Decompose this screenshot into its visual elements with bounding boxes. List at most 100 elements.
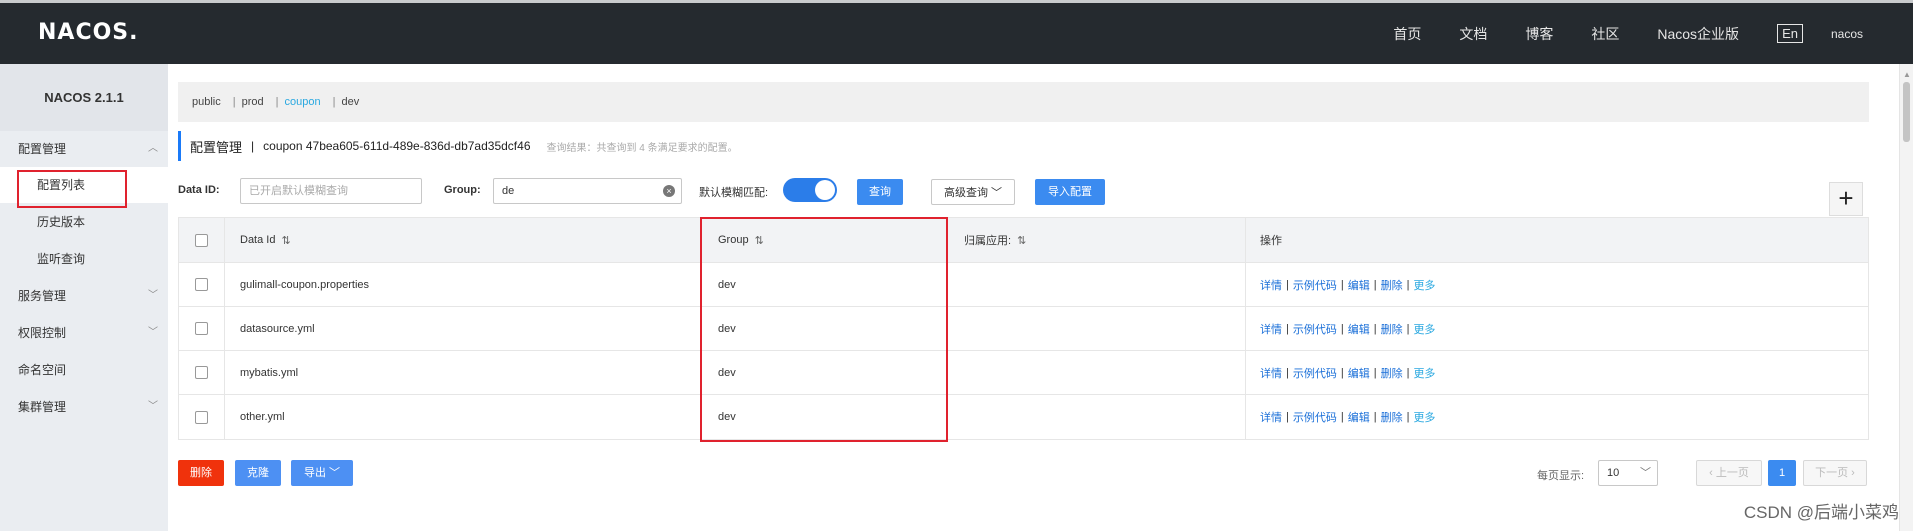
chevron-down-icon: ﹀	[329, 467, 341, 479]
chevron-up-icon: ︿	[148, 143, 158, 154]
scroll-up-icon[interactable]: ▲	[1903, 70, 1911, 79]
chevron-left-icon: ‹	[1709, 467, 1716, 479]
chevron-down-icon: ﹀	[148, 401, 158, 412]
vertical-scrollbar[interactable]: ▲	[1899, 64, 1913, 531]
op-sample-code-link[interactable]: 示例代码	[1293, 365, 1337, 381]
op-edit-link[interactable]: 编辑	[1348, 409, 1370, 425]
op-detail-link[interactable]: 详情	[1260, 409, 1282, 425]
page-size-select[interactable]: 10 ﹀	[1598, 460, 1658, 486]
page-title: 配置管理	[190, 139, 243, 155]
header-dataid[interactable]: Data Id ⇅	[225, 218, 701, 262]
group-input[interactable]: de ×	[493, 178, 682, 204]
add-config-button[interactable]: +	[1829, 182, 1863, 216]
search-button[interactable]: 查询	[857, 179, 903, 205]
row-check-cell	[179, 351, 225, 394]
sidebar-title: NACOS 2.1.1	[0, 64, 168, 131]
sidebar-item-label: 命名空间	[18, 363, 67, 377]
namespace-prod[interactable]: prod	[242, 96, 264, 108]
op-more-link[interactable]: 更多	[1413, 321, 1435, 337]
op-edit-link[interactable]: 编辑	[1348, 277, 1370, 293]
group-input-value: de	[502, 185, 515, 197]
row-checkbox[interactable]	[195, 410, 208, 424]
nav-home[interactable]: 首页	[1393, 24, 1421, 44]
language-toggle[interactable]: En	[1777, 24, 1803, 43]
toggle-knob	[815, 180, 835, 200]
row-checkbox[interactable]	[195, 366, 208, 379]
current-page-button[interactable]: 1	[1768, 460, 1796, 486]
row-checkbox[interactable]	[195, 322, 208, 335]
sidebar: NACOS 2.1.1 配置管理 ︿ 配置列表 历史版本 监听查询 服务管理 ﹀…	[0, 64, 168, 531]
sidebar-item-service-management[interactable]: 服务管理 ﹀	[0, 278, 168, 314]
cell-dataid: other.yml	[225, 395, 701, 439]
nav-blog[interactable]: 博客	[1525, 24, 1553, 44]
sidebar-item-history[interactable]: 历史版本	[0, 204, 168, 240]
export-button[interactable]: 导出 ﹀	[291, 460, 353, 486]
op-more-link[interactable]: 更多	[1413, 365, 1435, 381]
nav-enterprise[interactable]: Nacos企业版	[1657, 24, 1739, 44]
batch-delete-button[interactable]: 删除	[178, 460, 224, 486]
table-row: datasource.yml dev 详情 | 示例代码 | 编辑 | 删除 | 更多	[179, 307, 1868, 351]
highlight-box-config-list	[17, 170, 127, 208]
nav-docs[interactable]: 文档	[1459, 24, 1487, 44]
nacos-logo[interactable]: NACOS.	[38, 20, 139, 45]
op-edit-link[interactable]: 编辑	[1348, 321, 1370, 337]
op-detail-link[interactable]: 详情	[1260, 321, 1282, 337]
chevron-down-icon: ﹀	[148, 290, 158, 301]
op-delete-link[interactable]: 删除	[1381, 321, 1403, 337]
op-separator: |	[1286, 411, 1289, 423]
op-delete-link[interactable]: 删除	[1381, 409, 1403, 425]
op-delete-link[interactable]: 删除	[1381, 277, 1403, 293]
sidebar-item-config-management[interactable]: 配置管理 ︿	[0, 131, 168, 167]
next-page-label: 下一页	[1815, 467, 1849, 479]
row-checkbox[interactable]	[195, 278, 208, 291]
op-detail-link[interactable]: 详情	[1260, 277, 1282, 293]
cell-ops: 详情 | 示例代码 | 编辑 | 删除 | 更多	[1246, 307, 1868, 350]
row-check-cell	[179, 395, 225, 439]
scroll-thumb[interactable]	[1903, 82, 1910, 142]
header-app[interactable]: 归属应用: ⇅	[948, 218, 1246, 262]
table-row: other.yml dev 详情 | 示例代码 | 编辑 | 删除 | 更多	[179, 395, 1868, 439]
header-ops: 操作	[1260, 235, 1282, 247]
clear-icon[interactable]: ×	[663, 185, 675, 197]
op-sample-code-link[interactable]: 示例代码	[1293, 277, 1337, 293]
namespace-public[interactable]: public	[192, 96, 221, 108]
op-separator: |	[1406, 322, 1410, 335]
table-row: mybatis.yml dev 详情 | 示例代码 | 编辑 | 删除 | 更多	[179, 351, 1868, 395]
import-config-button[interactable]: 导入配置	[1035, 179, 1105, 205]
next-page-button[interactable]: 下一页 ›	[1803, 460, 1867, 486]
op-sample-code-link[interactable]: 示例代码	[1293, 321, 1337, 337]
namespace-dev[interactable]: dev	[341, 96, 359, 108]
user-menu[interactable]: nacos	[1831, 27, 1863, 41]
op-more-link[interactable]: 更多	[1413, 277, 1435, 293]
namespace-coupon[interactable]: coupon	[285, 96, 321, 108]
select-all-cell	[179, 218, 225, 262]
clone-button[interactable]: 克隆	[235, 460, 281, 486]
fuzzy-match-toggle[interactable]	[783, 178, 837, 202]
sidebar-item-label: 集群管理	[18, 400, 67, 414]
header-app-label: 归属应用:	[964, 235, 1012, 247]
dataid-input[interactable]: 已开启默认模糊查询	[240, 178, 422, 204]
sidebar-item-listener-query[interactable]: 监听查询	[0, 241, 168, 277]
sidebar-item-access-control[interactable]: 权限控制 ﹀	[0, 315, 168, 351]
cell-ops: 详情 | 示例代码 | 编辑 | 删除 | 更多	[1246, 351, 1868, 394]
op-detail-link[interactable]: 详情	[1260, 365, 1282, 381]
sidebar-item-namespace[interactable]: 命名空间	[0, 352, 168, 388]
op-more-link[interactable]: 更多	[1413, 409, 1435, 425]
select-all-checkbox[interactable]	[195, 233, 208, 247]
page-size-label: 每页显示:	[1537, 470, 1585, 482]
advanced-search-button[interactable]: 高级查询 ﹀	[931, 179, 1015, 205]
sort-icon[interactable]: ⇅	[1017, 234, 1026, 247]
op-separator: |	[1286, 322, 1289, 335]
prev-page-button[interactable]: ‹ 上一页	[1696, 460, 1762, 486]
export-label: 导出	[303, 467, 326, 479]
op-separator: |	[1406, 411, 1410, 423]
op-delete-link[interactable]: 删除	[1381, 365, 1403, 381]
op-sample-code-link[interactable]: 示例代码	[1293, 409, 1337, 425]
sidebar-item-cluster-management[interactable]: 集群管理 ﹀	[0, 389, 168, 425]
nav-community[interactable]: 社区	[1591, 24, 1619, 44]
sort-icon[interactable]: ⇅	[281, 234, 290, 247]
sidebar-item-label: 历史版本	[37, 215, 86, 229]
cell-app	[948, 351, 1246, 394]
namespace-bar: public | prod | coupon | dev	[178, 82, 1869, 122]
op-edit-link[interactable]: 编辑	[1348, 365, 1370, 381]
